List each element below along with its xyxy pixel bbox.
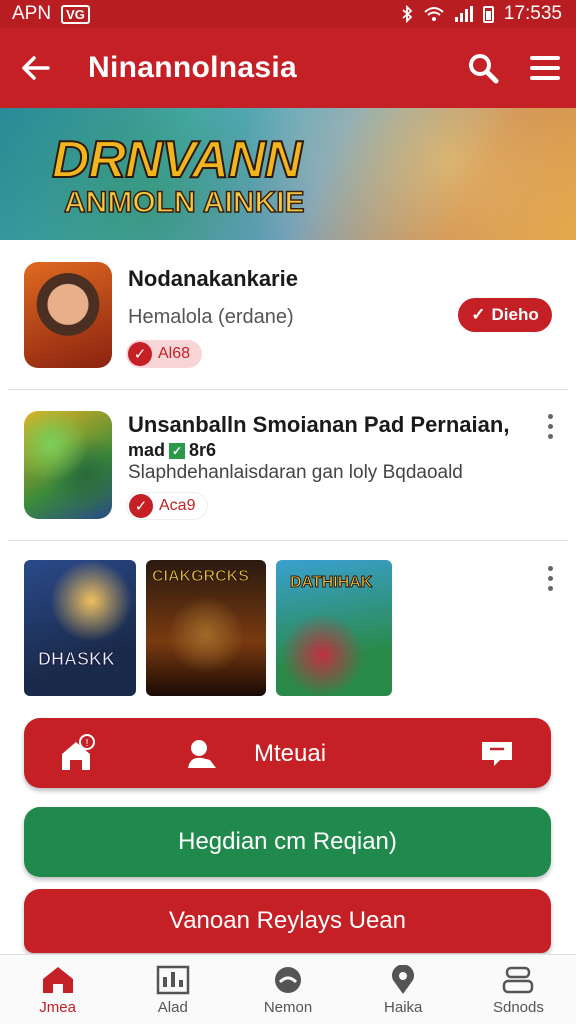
item-description: Slaphdehanlaisdaran gan loly Bqdaoald xyxy=(128,462,463,483)
chat-icon xyxy=(482,742,512,766)
carrier-label: APN xyxy=(12,3,52,24)
primary-action-button[interactable]: ! Mteuai xyxy=(24,718,551,788)
nav-label: Alad xyxy=(157,999,188,1016)
network-badge: VG xyxy=(61,4,90,24)
gallery-caption: DATHIHAK xyxy=(289,574,373,592)
install-button-label: Dieho xyxy=(491,305,539,324)
check-icon: ✓ xyxy=(128,342,152,366)
group-icon xyxy=(503,966,534,994)
status-badge: ✓ Aca9 xyxy=(126,492,209,520)
menu-button[interactable] xyxy=(514,28,576,108)
list-item[interactable]: Nodanakankarie Hemalola (erdane) ✓ Al68 … xyxy=(0,240,576,390)
home-alert-icon: ! xyxy=(62,734,95,770)
primary-action-label: Mteuai xyxy=(254,740,327,767)
item-title: Unsanballn Smoianan Pad Pernaian, xyxy=(128,412,510,437)
arrow-left-icon xyxy=(22,56,50,80)
item-subtitle: Hemalola (erdane) xyxy=(128,306,294,328)
item-meta: mad ✓ 8r6 xyxy=(128,440,216,461)
gallery-thumbnail[interactable]: CIAKGRCKS xyxy=(146,560,266,696)
nav-label: Nemon xyxy=(263,999,313,1016)
more-options-button[interactable] xyxy=(535,408,565,444)
nav-item-home[interactable]: Jmea xyxy=(0,955,115,1024)
banner-subtitle: ANMOLN AINKIE xyxy=(63,185,305,220)
banner-title: DRNVANN xyxy=(51,130,303,190)
list-item[interactable]: Unsanballn Smoianan Pad Pernaian, mad ✓ … xyxy=(0,390,576,540)
gallery-caption: CIAKGRCKS xyxy=(152,568,250,586)
gallery-thumbnail[interactable]: DHASKK xyxy=(24,560,136,696)
user-pin-icon xyxy=(188,740,216,768)
check-icon: ✓ xyxy=(471,305,486,324)
more-options-button[interactable] xyxy=(535,560,565,596)
svg-text:!: ! xyxy=(86,738,89,749)
nav-item-chart[interactable]: Alad xyxy=(115,955,230,1024)
home-icon xyxy=(42,967,73,993)
back-button[interactable] xyxy=(0,28,70,108)
nav-item-games[interactable]: Nemon xyxy=(230,955,345,1024)
battery-icon xyxy=(482,5,494,23)
nav-label: Sdnods xyxy=(492,999,544,1016)
nav-item-group[interactable]: Sdnods xyxy=(461,955,576,1024)
secondary-action-button[interactable]: Vanoan Reylays Uean xyxy=(24,889,551,953)
bluetooth-icon xyxy=(402,5,413,23)
location-icon xyxy=(392,965,415,994)
gallery-thumbnail[interactable]: DATHIHAK xyxy=(276,560,392,696)
gallery-row: DHASKK CIAKGRCKS DATHIHAK xyxy=(0,540,576,710)
game-thumbnail xyxy=(24,262,112,368)
badge-label: Aca9 xyxy=(159,497,196,514)
gallery-caption: DHASKK xyxy=(37,649,116,670)
search-icon xyxy=(469,54,499,84)
status-badge: ✓ Al68 xyxy=(126,340,203,368)
status-bar: APN VG 17:535 xyxy=(0,0,576,28)
badge-label: Al68 xyxy=(158,345,191,362)
nav-label: Haika xyxy=(384,999,423,1016)
nav-label: Jmea xyxy=(39,999,76,1016)
check-icon: ✓ xyxy=(129,494,153,518)
check-icon: ✓ xyxy=(169,442,186,459)
clock: 17:535 xyxy=(503,3,562,24)
gamepad-icon xyxy=(275,967,301,993)
nav-item-location[interactable]: Haika xyxy=(346,955,461,1024)
wifi-icon xyxy=(424,7,444,21)
menu-icon xyxy=(530,56,560,80)
page-title: Ninannolnasia xyxy=(88,51,297,84)
item-meta-tail: 8r6 xyxy=(189,440,217,460)
app-bar: Ninannolnasia xyxy=(0,28,576,108)
bottom-navigation: Jmea Alad Nemon Haika Sdnods xyxy=(0,954,576,1024)
featured-banner[interactable]: DRNVANN ANMOLN AINKIE xyxy=(0,108,576,240)
item-meta-text: mad xyxy=(128,440,166,460)
install-button[interactable]: ✓ Dieho xyxy=(458,298,552,332)
green-action-button[interactable]: Hegdian cm Reqian) xyxy=(24,807,551,877)
green-action-label: Hegdian cm Reqian) xyxy=(178,828,397,855)
chart-icon xyxy=(156,965,190,995)
secondary-action-label: Vanoan Reylays Uean xyxy=(168,907,407,934)
signal-icon xyxy=(454,6,473,22)
game-thumbnail xyxy=(24,411,112,519)
search-button[interactable] xyxy=(452,28,514,108)
item-title: Nodanakankarie xyxy=(128,266,298,291)
